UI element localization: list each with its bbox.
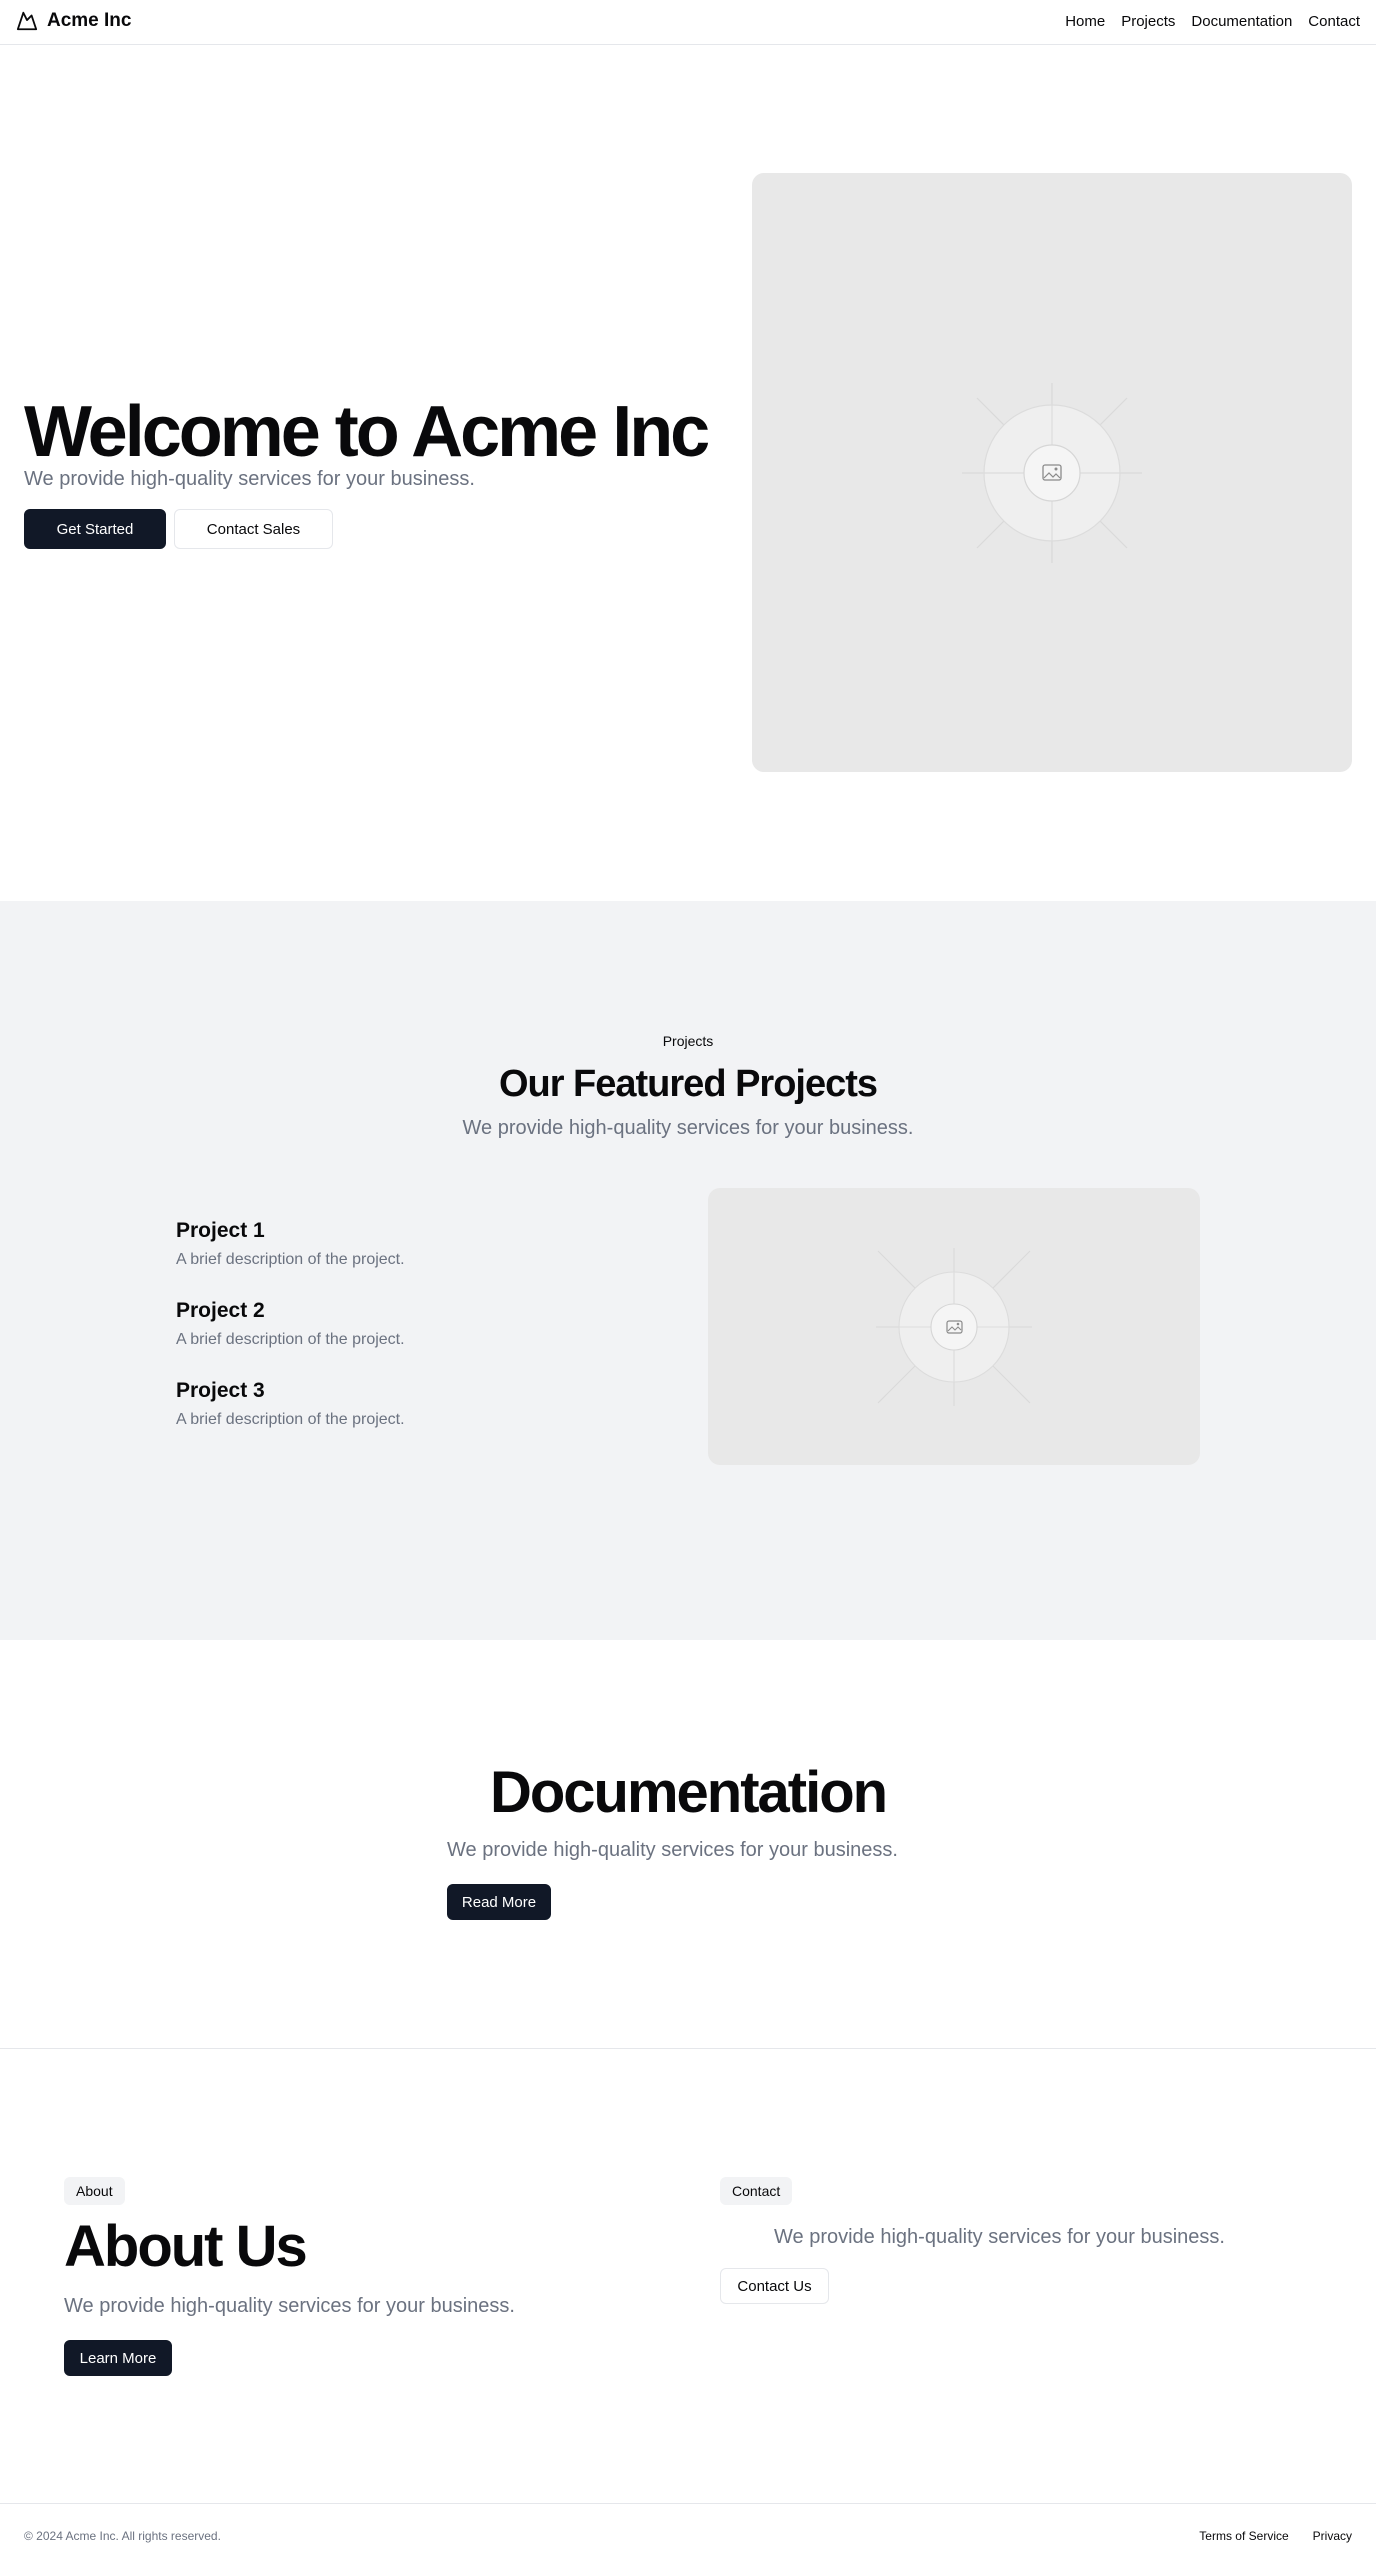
- about-subtitle: We provide high-quality services for you…: [64, 2295, 515, 2317]
- nav-home[interactable]: Home: [1065, 13, 1105, 31]
- site-header: Acme Inc Home Projects Documentation Con…: [0, 0, 1376, 45]
- nav-contact[interactable]: Contact: [1308, 13, 1360, 31]
- nav-projects[interactable]: Projects: [1121, 13, 1175, 31]
- image-placeholder-icon: [962, 383, 1142, 563]
- hero-subtitle: We provide high-quality services for you…: [24, 468, 475, 490]
- project-description: A brief description of the project.: [176, 1251, 405, 1268]
- project-item[interactable]: Project 1 A brief description of the pro…: [176, 1217, 405, 1272]
- about-badge: About: [64, 2177, 125, 2205]
- main-nav: Home Projects Documentation Contact: [1065, 13, 1360, 31]
- project-title: Project 1: [176, 1219, 265, 1242]
- section-divider: [0, 2048, 1376, 2049]
- contact-us-button[interactable]: Contact Us: [720, 2268, 829, 2304]
- projects-title: Our Featured Projects: [498, 1063, 878, 1105]
- project-title: Project 2: [176, 1299, 265, 1322]
- project-description: A brief description of the project.: [176, 1331, 405, 1348]
- contact-subtitle: We provide high-quality services for you…: [774, 2226, 1225, 2248]
- hero-title: Welcome to Acme Inc: [24, 392, 710, 472]
- get-started-button[interactable]: Get Started: [24, 509, 166, 549]
- terms-link[interactable]: Terms of Service: [1199, 2528, 1288, 2544]
- project-item[interactable]: Project 3 A brief description of the pro…: [176, 1377, 405, 1432]
- nav-documentation[interactable]: Documentation: [1191, 13, 1292, 31]
- documentation-subtitle: We provide high-quality services for you…: [447, 1839, 898, 1861]
- privacy-link[interactable]: Privacy: [1313, 2528, 1352, 2544]
- contact-badge: Contact: [720, 2177, 793, 2205]
- projects-image-placeholder: [708, 1188, 1200, 1465]
- footer-divider: [0, 2503, 1376, 2504]
- projects-section: Projects Our Featured Projects We provid…: [0, 901, 1376, 1640]
- project-item[interactable]: Project 2 A brief description of the pro…: [176, 1297, 405, 1352]
- projects-eyebrow: Projects: [662, 1033, 714, 1049]
- documentation-title: Documentation: [489, 1760, 888, 1825]
- image-placeholder-icon: [876, 1248, 1032, 1406]
- copyright-text: © 2024 Acme Inc. All rights reserved.: [24, 2529, 221, 2543]
- landing-page: Acme Inc Home Projects Documentation Con…: [0, 0, 1376, 2570]
- contact-sales-button[interactable]: Contact Sales: [174, 509, 333, 549]
- brand-link[interactable]: Acme Inc: [16, 10, 131, 32]
- about-title: About Us: [64, 2214, 308, 2279]
- learn-more-button[interactable]: Learn More: [64, 2340, 172, 2376]
- read-more-button[interactable]: Read More: [447, 1884, 551, 1920]
- hero-image-placeholder: [752, 173, 1352, 772]
- footer-nav: Terms of Service Privacy: [1199, 2528, 1352, 2544]
- mountain-icon: [16, 11, 38, 31]
- brand-name: Acme Inc: [47, 10, 132, 31]
- project-description: A brief description of the project.: [176, 1411, 405, 1428]
- projects-subtitle: We provide high-quality services for you…: [462, 1117, 914, 1139]
- project-title: Project 3: [176, 1379, 265, 1402]
